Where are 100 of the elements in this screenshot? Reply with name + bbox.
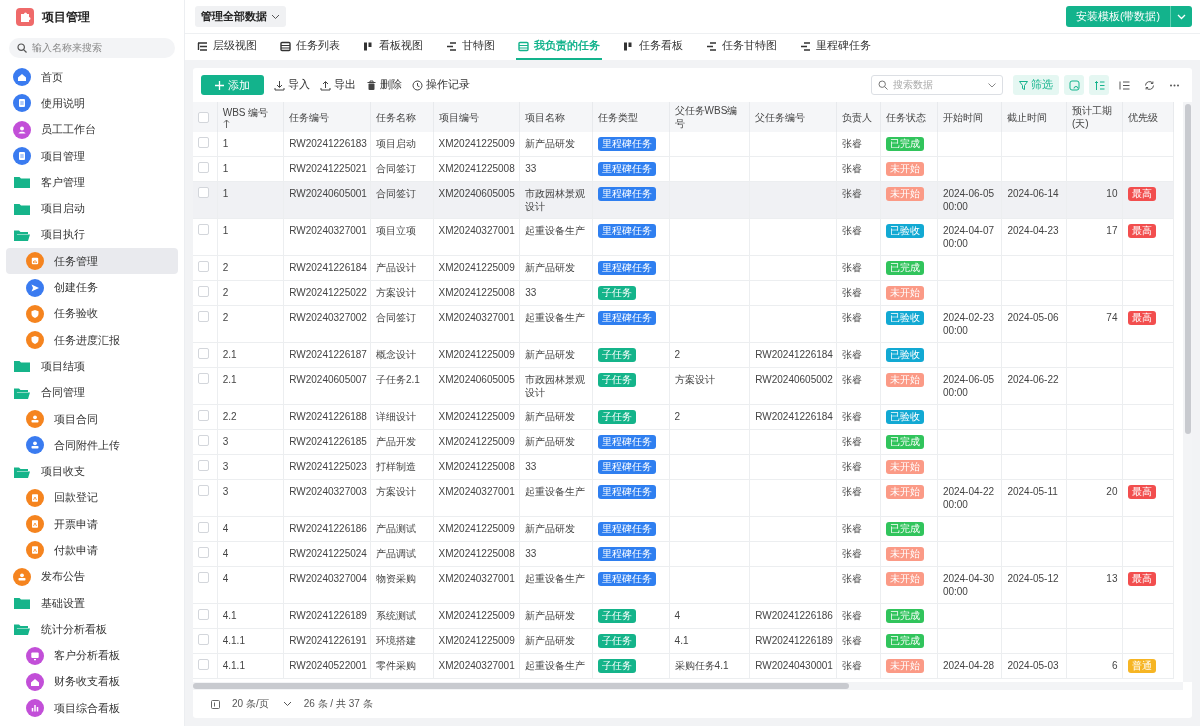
view-tab[interactable]: 甘特图 — [444, 34, 497, 60]
view-tab[interactable]: 任务甘特图 — [704, 34, 779, 60]
view-option-button[interactable] — [1064, 75, 1084, 95]
table-cell: 起重设备生产 — [525, 486, 586, 497]
table-cell: 方案设计 — [376, 486, 416, 497]
menu-group[interactable]: 项目执行 — [6, 221, 178, 249]
table-cell: 20 — [1106, 486, 1118, 497]
menu-group[interactable]: 合同管理 — [6, 379, 178, 406]
menu-item[interactable]: 任务验收 — [6, 300, 178, 327]
menu-group[interactable]: 统计分析看板 — [6, 616, 178, 643]
checkbox[interactable] — [198, 572, 209, 583]
table-cell: 4 — [222, 548, 229, 559]
view-tab[interactable]: 任务列表 — [278, 34, 342, 60]
menu-item[interactable]: 发布公告 — [6, 563, 178, 590]
menu-group[interactable]: 客户管理 — [6, 169, 178, 196]
table-cell: RW20241226184 — [755, 349, 833, 360]
column-header[interactable]: 优先级 — [1122, 102, 1174, 132]
toolbar-button[interactable]: 导出 — [320, 78, 356, 92]
toolbar-button[interactable]: 删除 — [366, 78, 402, 92]
table-cell: XM20241225009 — [438, 262, 515, 273]
column-header[interactable]: 截止时间 — [1001, 102, 1067, 132]
menu-item[interactable]: 客户分析看板 — [6, 642, 178, 669]
checkbox[interactable] — [198, 261, 209, 272]
column-header[interactable]: 开始时间 — [937, 102, 1002, 132]
column-header[interactable]: 任务状态 — [880, 102, 938, 132]
gantt-icon — [706, 40, 717, 52]
checkbox[interactable] — [198, 162, 209, 173]
menu-item[interactable]: 项目管理 — [6, 142, 178, 170]
menu-item[interactable]: 开票申请 — [6, 511, 178, 538]
table-cell: 4 — [674, 610, 681, 621]
checkbox[interactable] — [198, 111, 209, 123]
menu-item[interactable]: 项目合同 — [6, 405, 178, 433]
table-cell: RW20240605002 — [755, 374, 833, 385]
column-header[interactable]: 任务名称 — [370, 102, 434, 132]
menu-item[interactable]: 合同附件上传 — [6, 432, 178, 459]
chevron-down-icon — [988, 82, 996, 88]
menu-group[interactable]: 基础设置 — [6, 589, 178, 617]
table-cell: XM20241225009 — [438, 523, 515, 534]
menu-item[interactable]: 任务进度汇报 — [6, 326, 178, 354]
checkbox[interactable] — [198, 460, 209, 471]
table-cell: 新产品研发 — [525, 138, 576, 149]
task-type-tag: 子任务 — [597, 410, 636, 424]
checkbox[interactable] — [198, 187, 209, 198]
column-header[interactable]: 项目名称 — [519, 102, 593, 132]
menu-item[interactable]: 任务管理 — [6, 248, 178, 275]
checkbox[interactable] — [198, 311, 209, 322]
view-tab[interactable]: 看板视图 — [361, 34, 425, 60]
column-header[interactable]: 负责人 — [836, 102, 881, 132]
view-tab[interactable]: 任务看板 — [621, 34, 685, 60]
menu-group[interactable]: 项目启动 — [6, 195, 178, 222]
checkbox[interactable] — [198, 634, 209, 645]
checkbox[interactable] — [198, 485, 209, 496]
checkbox[interactable] — [198, 609, 209, 620]
menu-item[interactable]: 回款登记 — [6, 484, 178, 512]
checkbox[interactable] — [198, 659, 209, 670]
menu-group[interactable]: 项目结项 — [6, 353, 178, 380]
table-cell: RW20241226186 — [755, 610, 833, 621]
column-header[interactable]: 任务编号 — [283, 102, 371, 132]
menu-item[interactable]: 付款申请 — [6, 537, 178, 564]
column-header[interactable]: 任务类型 — [592, 102, 670, 132]
status-tag: 未开始 — [886, 460, 925, 474]
menu-item[interactable]: 员工工作台 — [6, 116, 178, 143]
menu-item[interactable]: 项目综合看板 — [6, 695, 178, 722]
table-cell: 2.2 — [222, 411, 237, 422]
checkbox[interactable] — [198, 435, 209, 446]
task-type-tag: 里程碑任务 — [597, 485, 656, 499]
checkbox[interactable] — [198, 522, 209, 533]
page-size-select[interactable]: 20 条/页 — [232, 697, 292, 711]
column-header[interactable]: 父任务编号 — [749, 102, 837, 132]
table-cell: 2024-04-30 00:00 — [942, 573, 995, 597]
status-tag: 未开始 — [886, 162, 925, 176]
menu-item[interactable]: 首页 — [6, 64, 178, 91]
scope-dropdown[interactable]: 管理全部数据 — [195, 6, 286, 27]
checkbox[interactable] — [198, 410, 209, 421]
puzzle-logo-icon — [16, 8, 34, 26]
checkbox[interactable] — [198, 137, 209, 148]
toolbar-button[interactable]: 导入 — [274, 78, 310, 92]
column-header[interactable]: 预计工期(天) — [1066, 102, 1123, 132]
view-tab[interactable]: 里程碑任务 — [798, 34, 873, 60]
table-cell: 张睿 — [842, 138, 862, 149]
view-tab[interactable]: 层级视图 — [195, 34, 259, 60]
checkbox[interactable] — [198, 348, 209, 359]
checkbox[interactable] — [198, 224, 209, 235]
table-cell: RW20240605001 — [289, 188, 367, 199]
task-type-tag: 里程碑任务 — [597, 572, 656, 586]
task-type-tag: 里程碑任务 — [597, 311, 656, 325]
view-option-button[interactable] — [1089, 75, 1109, 95]
column-header[interactable]: 父任务WBS编号 — [669, 102, 750, 132]
checkbox[interactable] — [198, 286, 209, 297]
menu-item[interactable]: 财务收支看板 — [6, 668, 178, 696]
column-header[interactable]: 项目编号 — [433, 102, 520, 132]
toolbar-button[interactable]: 操作记录 — [412, 78, 470, 92]
checkbox[interactable] — [198, 547, 209, 558]
column-header[interactable]: WBS 编号 — [217, 102, 284, 132]
checkbox[interactable] — [198, 373, 209, 384]
menu-item[interactable]: 使用说明 — [6, 90, 178, 117]
status-tag: 未开始 — [886, 547, 925, 561]
menu-item[interactable]: 创建任务 — [6, 274, 178, 301]
menu-group[interactable]: 项目收支 — [6, 458, 178, 485]
table-cell: 2024-05-11 — [1007, 486, 1058, 497]
